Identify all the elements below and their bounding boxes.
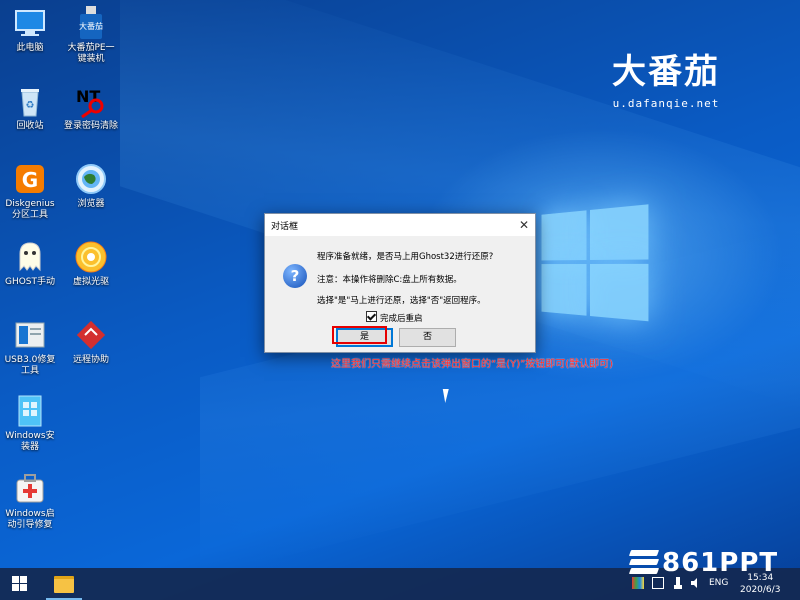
cd-drive-icon [74,240,108,274]
windows-start-icon [12,576,19,583]
remote-assist-icon [74,318,108,352]
desktop-icon-label: USB3.0修复工具 [4,355,56,376]
folder-icon [54,576,74,593]
start-button[interactable] [0,568,40,600]
layers-icon [628,550,660,574]
ghost-icon [13,240,47,274]
brand-url: u.dafanqie.net [612,97,720,110]
desktop-icon-diskgenius[interactable]: G Diskgenius分区工具 [2,162,58,221]
color-app-icon[interactable] [632,577,644,589]
desktop-icon-label: 远程协助 [72,355,109,365]
desktop-icon-label: 登录密码清除 [63,121,118,131]
mouse-cursor-icon [442,389,458,403]
desktop-icon-boot-repair[interactable]: Windows启动引导修复 [2,472,58,531]
desktop-icon-label: 此电脑 [16,43,44,53]
watermark: 861PPT [628,548,779,578]
checkbox-checked-icon[interactable] [366,311,377,322]
desktop-icon-label: 回收站 [16,121,44,131]
dialog-title: 对话框 [271,222,299,232]
desktop-icon-label: 浏览器 [77,199,105,209]
dialog-titlebar[interactable]: 对话框 ✕ [265,214,535,236]
nt-password-key-icon: NT [74,84,108,119]
desktop-icon-ghost[interactable]: GHOST手动 [2,240,58,288]
network-icon[interactable] [652,577,664,589]
svg-text:NT: NT [76,87,100,106]
desktop-icon-label: GHOST手动 [4,277,56,287]
desktop-icon-label: Diskgenius分区工具 [5,199,55,220]
browser-globe-icon [74,162,108,196]
desktop-icon-label: Windows安装器 [5,431,55,452]
desktop-icon-remote-assist[interactable]: 远程协助 [63,318,119,366]
desktop-icon-password-clear[interactable]: NT 登录密码清除 [63,84,119,132]
computer-icon [13,6,47,40]
usb-badge: 大番茄 [79,22,103,31]
svg-text:♻: ♻ [26,100,35,111]
input-language[interactable]: ENG [709,578,728,588]
no-button[interactable]: 否 [399,328,456,347]
boot-repair-icon [13,472,47,506]
watermark-text: 861PPT [662,548,779,578]
yes-button-highlight-box [332,326,387,344]
svg-text:G: G [22,168,38,192]
desktop-icon-this-pc[interactable]: 此电脑 [2,6,58,54]
close-icon[interactable]: ✕ [513,214,535,236]
brand-name: 大番茄 [612,52,720,92]
volume-icon[interactable] [690,577,702,589]
clock-date: 2020/6/3 [740,585,781,595]
diskgenius-icon: G [13,162,47,196]
question-icon: ? [283,264,307,288]
file-explorer-button[interactable] [46,568,82,600]
windows-wallpaper-logo [541,204,649,325]
recycle-bin-icon: ♻ [13,84,47,118]
dialog-message-line2: 注意：本操作将删除C:盘上所有数据。 [317,275,462,285]
usb-repair-icon [13,318,47,352]
desktop-icon-label: 大番茄PE一键装机 [67,43,115,64]
usb-installer-icon: 大番茄 [74,6,108,40]
confirm-dialog: 对话框 ✕ ? 程序准备就绪，是否马上用Ghost32进行还原? 注意：本操作将… [264,213,536,353]
dialog-message-line1: 程序准备就绪，是否马上用Ghost32进行还原? [317,252,494,262]
restart-checkbox-label: 完成后重启 [380,314,423,324]
tutorial-annotation: 这里我们只需继续点击该弹出窗口的“是(Y)”按钮即可(默认即可) [331,359,614,370]
dialog-message-line3: 选择"是"马上进行还原，选择"否"返回程序。 [317,296,486,306]
desktop-icon-browser[interactable]: 浏览器 [63,162,119,210]
desktop-icon-label: Windows启动引导修复 [5,509,55,530]
usb-icon[interactable] [672,577,684,589]
desktop-icon-usb-repair[interactable]: USB3.0修复工具 [2,318,58,377]
desktop-icon-pe-installer[interactable]: 大番茄 大番茄PE一键装机 [63,6,119,65]
desktop-icon-label: 虚拟光驱 [72,277,109,287]
windows-installer-icon [13,394,47,428]
brand-logo: 大番茄 u.dafanqie.net [612,44,720,110]
desktop-icon-recycle-bin[interactable]: ♻ 回收站 [2,84,58,132]
desktop-icon-windows-installer[interactable]: Windows安装器 [2,394,58,453]
restart-checkbox[interactable]: 完成后重启 [366,311,423,324]
desktop-icon-virtual-drive[interactable]: 虚拟光驱 [63,240,119,288]
